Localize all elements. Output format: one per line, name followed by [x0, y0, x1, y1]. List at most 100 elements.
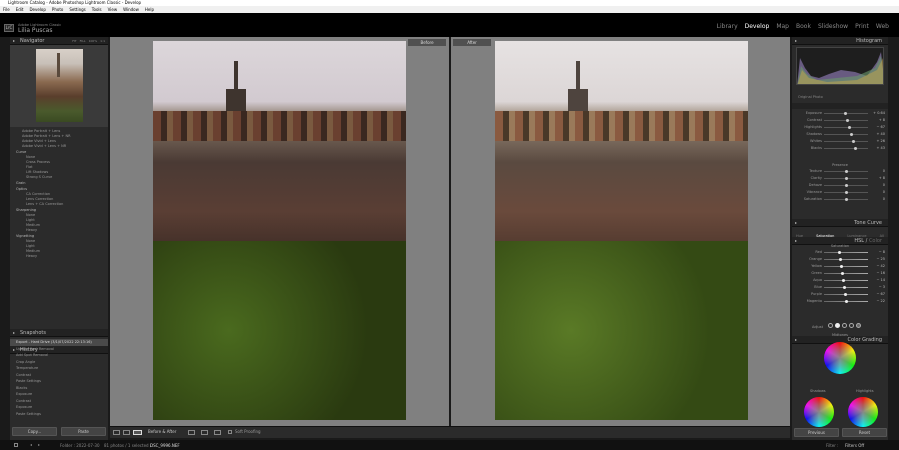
slider-knob[interactable] [840, 265, 843, 268]
nav-zoom-option[interactable]: FILL [80, 39, 86, 43]
slider-knob[interactable] [845, 198, 848, 201]
slider-knob[interactable] [839, 258, 842, 261]
slider-track[interactable] [824, 272, 868, 275]
loupe-view-icon[interactable] [113, 430, 120, 435]
slider-knob[interactable] [852, 140, 855, 143]
history-item[interactable]: Paste Settings [10, 411, 108, 418]
slider-track[interactable] [824, 126, 868, 129]
slider-value: − 22 [876, 299, 886, 303]
slider-track[interactable] [824, 300, 868, 303]
slider-track[interactable] [824, 133, 868, 136]
compare-view-icon[interactable] [123, 430, 130, 435]
soft-proofing-checkbox[interactable] [228, 430, 232, 434]
back-arrow-icon[interactable]: ◂ [30, 442, 32, 447]
histogram-header[interactable]: Histogram [792, 37, 888, 45]
slider-knob[interactable] [848, 126, 851, 129]
module-library[interactable]: Library [717, 23, 738, 30]
previous-button[interactable]: Previous [794, 428, 839, 437]
paste-button[interactable]: Paste [61, 427, 106, 436]
menu-item-settings[interactable]: Settings [69, 6, 85, 13]
slider-knob[interactable] [850, 133, 853, 136]
slider-knob[interactable] [845, 191, 848, 194]
slider-knob[interactable] [845, 300, 848, 303]
midtones-icon[interactable] [849, 323, 854, 328]
slider-label: Exposure [805, 111, 822, 115]
menu-item-help[interactable]: Help [145, 6, 154, 13]
before-photo[interactable] [153, 41, 406, 420]
global-icon[interactable] [835, 323, 840, 328]
slider-track[interactable] [824, 198, 868, 201]
hsl-tab-hue[interactable]: Hue [796, 234, 803, 238]
menu-item-view[interactable]: View [108, 6, 118, 13]
slider-value: 0 [882, 183, 885, 187]
after-photo[interactable] [495, 41, 748, 420]
hsl-tab-all[interactable]: All [880, 234, 884, 238]
menu-item-develop[interactable]: Develop [29, 6, 45, 13]
swap-icon[interactable] [188, 430, 195, 435]
midtones-wheel[interactable] [824, 342, 856, 374]
copy-after-icon[interactable] [214, 430, 221, 435]
slider-label: Yellow [811, 264, 822, 268]
slider-track[interactable] [824, 147, 868, 150]
module-develop[interactable]: Develop [745, 23, 770, 30]
navigator-thumbnail[interactable] [36, 49, 83, 122]
slider-knob[interactable] [842, 279, 845, 282]
slider-track[interactable] [824, 286, 868, 289]
hsl-tab-saturation[interactable]: Saturation [816, 234, 834, 238]
before-after-icon[interactable] [133, 430, 142, 435]
snapshots-header[interactable]: Snapshots [10, 329, 108, 337]
forward-arrow-icon[interactable]: ▸ [38, 442, 40, 447]
slider-knob[interactable] [845, 184, 848, 187]
tone-curve-header[interactable]: Tone Curve [792, 219, 888, 227]
slider-value: 0 [882, 169, 885, 173]
slider-track[interactable] [824, 251, 868, 254]
slider-track[interactable] [824, 170, 868, 173]
preset-item[interactable]: Heavy [10, 254, 108, 259]
slider-track[interactable] [824, 177, 868, 180]
highlights-icon[interactable] [856, 323, 861, 328]
module-map[interactable]: Map [776, 23, 789, 30]
filter-value[interactable]: Filters Off [845, 443, 864, 448]
copy-before-icon[interactable] [201, 430, 208, 435]
slider-track[interactable] [824, 191, 868, 194]
module-slideshow[interactable]: Slideshow [818, 23, 848, 30]
copy-button[interactable]: Copy... [12, 427, 57, 436]
module-book[interactable]: Book [796, 23, 811, 30]
nav-zoom-option[interactable]: 1:1 [100, 39, 105, 43]
slider-track[interactable] [824, 119, 868, 122]
three-way-icon[interactable] [828, 323, 833, 328]
slider-knob[interactable] [846, 119, 849, 122]
slider-knob[interactable] [841, 272, 844, 275]
menu-item-photo[interactable]: Photo [52, 6, 63, 13]
reset-button[interactable]: Reset [842, 428, 887, 437]
shadows-wheel[interactable] [804, 397, 834, 427]
menu-item-window[interactable]: Window [123, 6, 139, 13]
navigator-header[interactable]: Navigator FIT FILL100%1:1 [10, 37, 108, 45]
before-label: Before [408, 39, 446, 46]
slider-track[interactable] [824, 258, 868, 261]
nav-zoom-option[interactable]: 100% [89, 39, 98, 43]
slider-track[interactable] [824, 112, 868, 115]
slider-track[interactable] [824, 293, 868, 296]
slider-knob[interactable] [845, 170, 848, 173]
module-web[interactable]: Web [876, 23, 889, 30]
slider-track[interactable] [824, 140, 868, 143]
highlights-wheel[interactable] [848, 397, 878, 427]
slider-track[interactable] [824, 184, 868, 187]
slider-knob[interactable] [845, 177, 848, 180]
slider-knob[interactable] [854, 147, 857, 150]
slider-track[interactable] [824, 279, 868, 282]
slider-knob[interactable] [838, 251, 841, 254]
slider-track[interactable] [824, 265, 868, 268]
menu-item-tools[interactable]: Tools [92, 6, 102, 13]
nav-zoom-option[interactable]: FIT [72, 39, 76, 43]
menu-item-file[interactable]: File [3, 6, 10, 13]
menu-item-edit[interactable]: Edit [16, 6, 24, 13]
slider-knob[interactable] [844, 112, 847, 115]
module-print[interactable]: Print [855, 23, 869, 30]
slider-knob[interactable] [844, 293, 847, 296]
hsl-tab-luminance[interactable]: Luminance [847, 234, 866, 238]
shadows-icon[interactable] [842, 323, 847, 328]
slider-knob[interactable] [843, 286, 846, 289]
grid-icon[interactable] [14, 443, 18, 447]
